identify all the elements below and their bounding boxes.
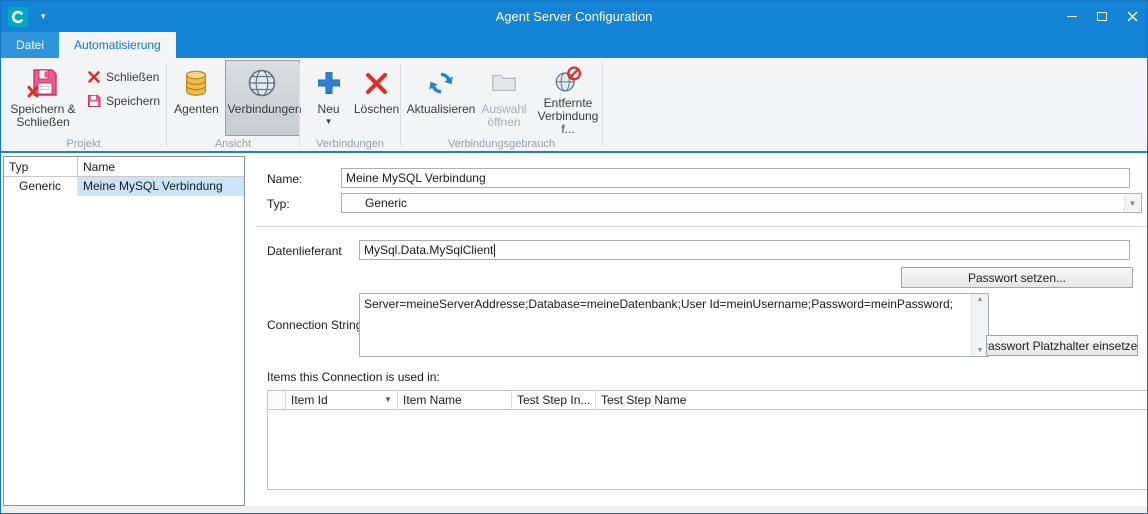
ribbon-tab-bar: Datei Automatisierung (1, 32, 1147, 58)
save-and-close-icon (27, 65, 59, 101)
open-selection-folder-icon (489, 65, 519, 101)
agents-icon (181, 65, 211, 101)
tab-automatisierung[interactable]: Automatisierung (59, 32, 176, 58)
provider-label: Datenlieferant (267, 244, 342, 258)
connections-view-button[interactable]: Verbindungen (225, 60, 300, 136)
new-connection-button[interactable]: Neu ▼ (309, 60, 348, 136)
agents-button[interactable]: Agenten (172, 60, 221, 136)
item-id-header-label: Item Id (291, 393, 328, 407)
group-label-ansicht: Ansicht (167, 138, 299, 150)
remove-remote-connection-label: Entfernte Verbindung f... (534, 97, 602, 136)
group-label-verbindungen: Verbindungen (300, 138, 400, 150)
tab-datei[interactable]: Datei (1, 32, 59, 58)
ribbon-group-projekt: Speichern & Schließen Schließen Speicher… (1, 58, 167, 151)
connection-string-textarea[interactable]: Server=meineServerAddresse;Database=mein… (359, 293, 989, 357)
app-logo-icon[interactable] (8, 7, 28, 27)
connection-detail-form: Name: Typ: Generic ▼ Datenlieferant MySq… (256, 153, 1147, 506)
col-header-test-step-name[interactable]: Test Step Name (596, 391, 1148, 409)
test-step-name-header-label: Test Step Name (601, 393, 686, 407)
delete-label: Löschen (354, 103, 399, 116)
scroll-up-icon[interactable]: ▲ (977, 296, 984, 303)
close-icon (1127, 11, 1138, 22)
connection-row[interactable]: Generic Meine MySQL Verbindung (4, 177, 244, 196)
remove-remote-connection-icon (553, 65, 583, 95)
name-input[interactable] (341, 168, 1130, 188)
titlebar[interactable]: ▾ Agent Server Configuration (1, 1, 1147, 32)
scroll-down-icon[interactable]: ▼ (977, 347, 984, 354)
minimize-button[interactable] (1057, 1, 1087, 32)
typ-selected-value: Generic (342, 196, 407, 210)
open-selection-label: Auswahl öffnen (476, 103, 532, 129)
col-header-name[interactable]: Name (78, 157, 244, 176)
new-dropdown-icon[interactable]: ▼ (325, 118, 333, 126)
connections-view-label: Verbindungen (227, 103, 297, 116)
row-indicator-header (268, 391, 286, 409)
refresh-icon (426, 65, 456, 101)
new-label: Neu (318, 103, 340, 116)
agents-label: Agenten (174, 103, 219, 116)
close-red-x-icon (87, 70, 101, 84)
provider-value: MySql.Data.MySqlClient (364, 243, 493, 257)
connection-name-cell[interactable]: Meine MySQL Verbindung (78, 177, 244, 196)
provider-input[interactable]: MySql.Data.MySqlClient (359, 240, 1130, 260)
new-plus-icon (315, 65, 343, 101)
ribbon: Speichern & Schließen Schließen Speicher… (1, 58, 1147, 153)
refresh-button[interactable]: Aktualisieren (407, 60, 475, 136)
maximize-icon (1097, 12, 1107, 21)
col-header-typ[interactable]: Typ (4, 157, 78, 176)
connection-typ-cell[interactable]: Generic (4, 177, 78, 196)
combo-dropdown-icon[interactable]: ▼ (1124, 195, 1140, 211)
window-bottom-strip (1, 506, 1147, 513)
quick-access-dropdown-icon[interactable]: ▾ (41, 1, 46, 32)
items-table-header: Item Id ▼ Item Name Test Step In... Test… (268, 391, 1148, 410)
connection-string-value: Server=meineServerAddresse;Database=mein… (364, 297, 968, 353)
delete-x-icon (363, 65, 390, 101)
save-and-close-label: Speichern & Schließen (8, 103, 78, 129)
save-button[interactable]: Speichern (85, 91, 166, 111)
open-selection-button: Auswahl öffnen (475, 60, 533, 136)
maximize-button[interactable] (1087, 1, 1117, 32)
items-usage-title: Items this Connection is used in: (267, 370, 440, 384)
ribbon-group-verbindungsgebrauch: Aktualisieren Auswahl öffnen (401, 58, 603, 151)
ribbon-group-ansicht: Agenten Verbindungen Ansicht (167, 58, 300, 151)
test-step-in-header-label: Test Step In... (517, 393, 590, 407)
window-title: Agent Server Configuration (1, 9, 1147, 24)
window-controls (1057, 1, 1147, 32)
app-window: ▾ Agent Server Configuration Datei Autom… (0, 0, 1148, 514)
save-floppy-icon (87, 94, 101, 108)
filter-dropdown-icon[interactable]: ▼ (384, 395, 392, 404)
group-label-verbindungsgebrauch: Verbindungsgebrauch (401, 138, 602, 150)
close-label: Schließen (106, 70, 159, 84)
refresh-label: Aktualisieren (407, 103, 476, 116)
remove-remote-connection-button[interactable]: Entfernte Verbindung f... (533, 60, 603, 136)
delete-connection-button[interactable]: Löschen (352, 60, 401, 136)
col-header-test-step-in[interactable]: Test Step In... (512, 391, 596, 409)
typ-select[interactable]: Generic ▼ (341, 193, 1142, 213)
items-table-body (268, 410, 1148, 489)
col-header-item-name[interactable]: Item Name (398, 391, 512, 409)
item-name-header-label: Item Name (403, 393, 462, 407)
save-label: Speichern (106, 94, 160, 108)
connection-string-label: Connection String (267, 318, 362, 332)
typ-label: Typ: (267, 197, 290, 211)
form-separator (256, 226, 1147, 227)
text-caret (494, 244, 495, 257)
minimize-icon (1067, 16, 1077, 17)
connections-list: Typ Name Generic Meine MySQL Verbindung (3, 156, 245, 506)
close-button-ribbon[interactable]: Schließen (85, 67, 166, 87)
connections-list-header: Typ Name (4, 157, 244, 177)
save-and-close-button[interactable]: Speichern & Schließen (7, 60, 79, 136)
set-password-button[interactable]: Passwort setzen... (901, 267, 1133, 288)
col-header-item-id[interactable]: Item Id ▼ (286, 391, 398, 409)
items-table: Item Id ▼ Item Name Test Step In... Test… (267, 390, 1148, 490)
main-content: Typ Name Generic Meine MySQL Verbindung … (1, 153, 1147, 513)
group-label-projekt: Projekt (1, 138, 166, 150)
insert-password-placeholder-button[interactable]: Passwort Platzhalter einsetzen (986, 335, 1138, 356)
ribbon-group-verbindungen: Neu ▼ Löschen Verbindungen (300, 58, 401, 151)
name-label: Name: (267, 172, 302, 186)
connections-globe-icon (246, 65, 278, 101)
close-button[interactable] (1117, 1, 1147, 32)
